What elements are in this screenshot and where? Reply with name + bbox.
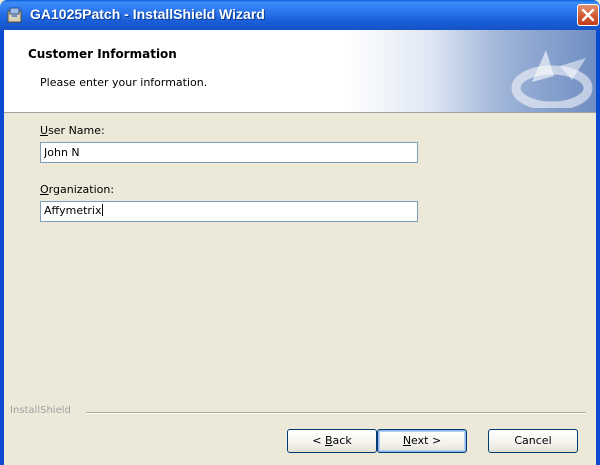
next-accelerator: N [402, 434, 412, 447]
organization-value: Affymetrix [44, 204, 102, 217]
organization-accelerator: O [40, 183, 49, 196]
user-name-input[interactable] [40, 142, 418, 163]
back-button[interactable]: < Back [287, 429, 377, 453]
organization-label: Organization: [40, 183, 114, 196]
back-label: ack [332, 434, 352, 447]
back-accelerator: B [325, 434, 333, 447]
installer-window: GA1025Patch - InstallShield Wizard Custo… [0, 0, 600, 465]
window-title: GA1025Patch - InstallShield Wizard [30, 6, 265, 22]
title-bar[interactable]: GA1025Patch - InstallShield Wizard [0, 0, 600, 30]
organization-label-text: rganization: [48, 183, 115, 196]
user-name-label: User Name: [40, 124, 105, 137]
user-name-label-text: ser Name: [48, 124, 105, 137]
close-button[interactable] [577, 4, 599, 26]
cancel-button[interactable]: Cancel [488, 429, 578, 453]
next-button[interactable]: Next > [377, 429, 467, 453]
page-subtitle: Please enter your information. [40, 76, 208, 89]
installshield-brand-label: InstallShield [10, 405, 71, 416]
user-name-accelerator: U [40, 124, 49, 137]
installshield-logo-icon [502, 36, 596, 111]
back-prefix: < [312, 434, 325, 447]
installer-icon [6, 6, 24, 24]
close-icon [581, 8, 595, 22]
footer-divider [86, 412, 586, 414]
page-title: Customer Information [28, 47, 177, 61]
window-frame-right [596, 30, 600, 465]
header-banner: Customer Information Please enter your i… [4, 30, 596, 113]
next-label: ext > [411, 434, 442, 447]
text-cursor [101, 204, 103, 216]
organization-input[interactable]: Affymetrix [40, 201, 418, 222]
